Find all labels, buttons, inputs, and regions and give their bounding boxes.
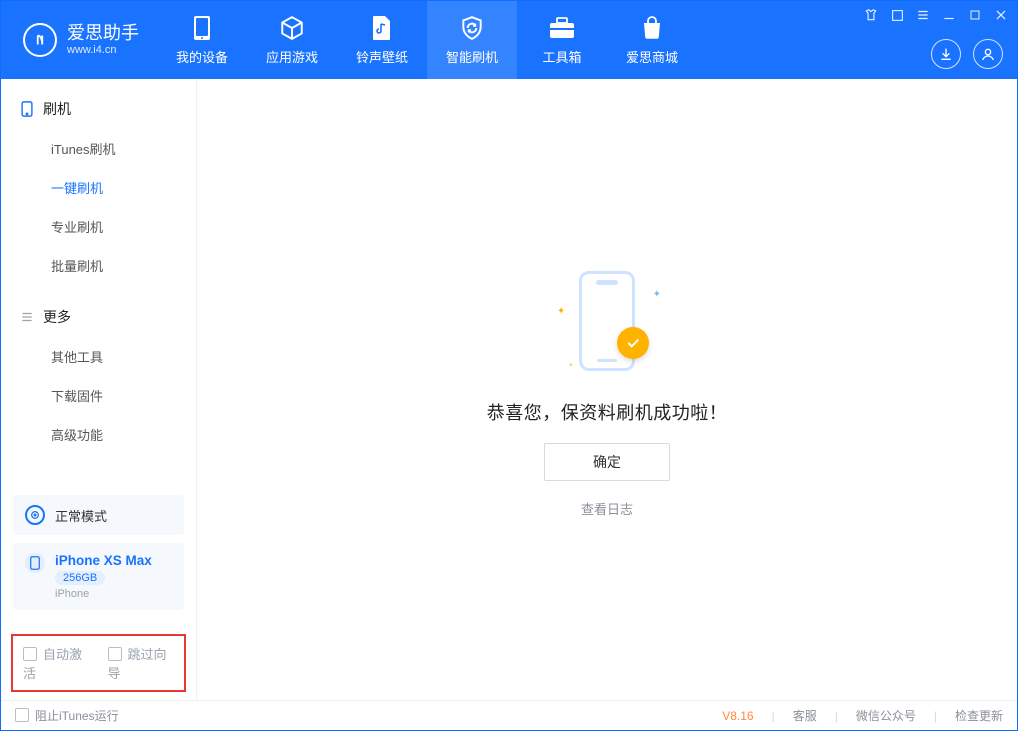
sparkle-icon: ✦: [557, 306, 565, 317]
device-info: iPhone XS Max 256GB iPhone: [55, 553, 152, 600]
device-icon: [189, 15, 215, 41]
checkbox-icon: [15, 708, 29, 722]
app-name: 爱思助手: [67, 24, 139, 44]
cb-skip-guide[interactable]: 跳过向导: [108, 644, 175, 682]
view-log-link[interactable]: 查看日志: [581, 499, 633, 518]
app-url: www.i4.cn: [67, 44, 139, 56]
version-label: V8.16: [722, 709, 753, 723]
device-capacity: 256GB: [55, 571, 105, 585]
success-illustration: ✦ ✦ •: [547, 261, 667, 381]
link-wechat[interactable]: 微信公众号: [856, 707, 916, 724]
topbar: 爱思助手 www.i4.cn 我的设备 应用游戏 铃声壁纸 智: [1, 1, 1017, 79]
sparkle-icon: •: [569, 360, 573, 371]
ok-button[interactable]: 确定: [544, 443, 670, 481]
cb-block-itunes[interactable]: 阻止iTunes运行: [15, 707, 119, 724]
sidebar-item-itunes[interactable]: iTunes刷机: [1, 129, 196, 168]
minimize-icon[interactable]: [941, 7, 957, 23]
sidebar-item-advanced[interactable]: 高级功能: [1, 415, 196, 454]
separator: |: [772, 709, 775, 723]
close-icon[interactable]: [993, 7, 1009, 23]
sidebar-group-flash[interactable]: 刷机: [1, 89, 196, 129]
cb-auto-activate[interactable]: 自动激活: [23, 644, 90, 682]
link-update[interactable]: 检查更新: [955, 707, 1003, 724]
bag-icon: [639, 15, 665, 41]
checkbox-icon: [108, 647, 122, 661]
phone-outline-icon: [19, 101, 35, 117]
sidebar-item-other[interactable]: 其他工具: [1, 337, 196, 376]
device-name: iPhone XS Max: [55, 553, 152, 568]
cb-label: 阻止iTunes运行: [35, 709, 119, 723]
mode-label: 正常模式: [55, 506, 107, 525]
nav-label: 智能刷机: [446, 47, 498, 66]
sidebar-item-firmware[interactable]: 下载固件: [1, 376, 196, 415]
download-button[interactable]: [931, 39, 961, 69]
sidebar-item-onekey[interactable]: 一键刷机: [1, 168, 196, 207]
window-controls: [863, 7, 1009, 23]
device-type: iPhone: [55, 588, 152, 600]
device-block: 正常模式 iPhone XS Max 256GB iPhone: [1, 495, 196, 628]
refresh-shield-icon: [459, 15, 485, 41]
list-icon: [19, 309, 35, 325]
nav-apps[interactable]: 应用游戏: [247, 1, 337, 79]
sidebar-group-more[interactable]: 更多: [1, 297, 196, 337]
nav-my-device[interactable]: 我的设备: [157, 1, 247, 79]
nav-label: 工具箱: [542, 47, 581, 66]
nav-ringtone[interactable]: 铃声壁纸: [337, 1, 427, 79]
sparkle-icon: ✦: [653, 289, 661, 300]
group-title: 刷机: [43, 99, 71, 119]
topbar-right-buttons: [931, 39, 1003, 69]
link-support[interactable]: 客服: [793, 707, 817, 724]
sidebar-item-pro[interactable]: 专业刷机: [1, 207, 196, 246]
checkmark-badge-icon: [617, 327, 649, 359]
logo-block[interactable]: 爱思助手 www.i4.cn: [1, 1, 157, 79]
checkbox-icon: [23, 647, 37, 661]
shirt-icon[interactable]: [863, 7, 879, 23]
sidebar-item-batch[interactable]: 批量刷机: [1, 246, 196, 285]
box-icon[interactable]: [889, 7, 905, 23]
checkbox-row-highlight: 自动激活 跳过向导: [11, 634, 186, 692]
nav-flash[interactable]: 智能刷机: [427, 1, 517, 79]
nav-label: 应用游戏: [266, 47, 318, 66]
nav-store[interactable]: 爱思商城: [607, 1, 697, 79]
nav-label: 铃声壁纸: [356, 47, 408, 66]
toolbox-icon: [549, 15, 575, 41]
device-card[interactable]: iPhone XS Max 256GB iPhone: [13, 543, 184, 610]
logo-icon: [23, 23, 57, 57]
logo-text: 爱思助手 www.i4.cn: [67, 24, 139, 56]
nav-toolbox[interactable]: 工具箱: [517, 1, 607, 79]
body: 刷机 iTunes刷机 一键刷机 专业刷机 批量刷机 更多 其他工具 下载固件 …: [1, 79, 1017, 700]
nav-label: 我的设备: [176, 47, 228, 66]
sidebar: 刷机 iTunes刷机 一键刷机 专业刷机 批量刷机 更多 其他工具 下载固件 …: [1, 79, 197, 700]
sidebar-scroll: 刷机 iTunes刷机 一键刷机 专业刷机 批量刷机 更多 其他工具 下载固件 …: [1, 79, 196, 495]
statusbar: 阻止iTunes运行 V8.16 | 客服 | 微信公众号 | 检查更新: [1, 700, 1017, 730]
top-nav: 我的设备 应用游戏 铃声壁纸 智能刷机 工具箱: [157, 1, 697, 79]
nav-label: 爱思商城: [626, 47, 678, 66]
menu-icon[interactable]: [915, 7, 931, 23]
success-text: 恭喜您，保资料刷机成功啦！: [487, 399, 728, 425]
mode-card[interactable]: 正常模式: [13, 495, 184, 535]
maximize-icon[interactable]: [967, 7, 983, 23]
account-button[interactable]: [973, 39, 1003, 69]
music-file-icon: [369, 15, 395, 41]
cube-icon: [279, 15, 305, 41]
main-area: ✦ ✦ • 恭喜您，保资料刷机成功啦！ 确定 查看日志: [197, 79, 1017, 700]
separator: |: [934, 709, 937, 723]
separator: |: [835, 709, 838, 723]
device-card-icon: [25, 553, 45, 573]
mode-icon: [25, 505, 45, 525]
group-title: 更多: [43, 307, 71, 327]
